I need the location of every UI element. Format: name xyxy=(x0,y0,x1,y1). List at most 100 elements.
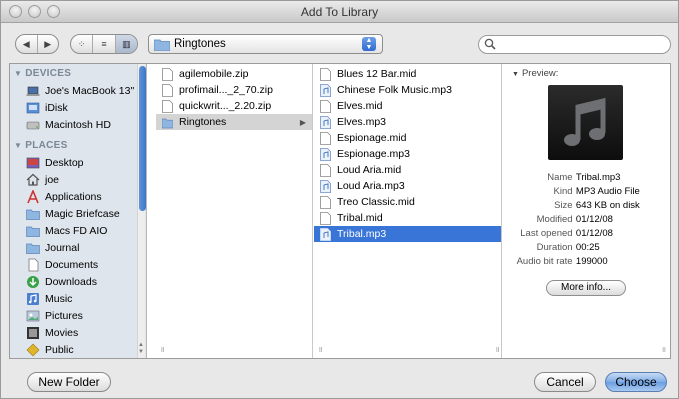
sidebar-item-macbook[interactable]: Joe's MacBook 13" xyxy=(26,82,134,99)
search-field[interactable] xyxy=(478,35,671,54)
idisk-icon xyxy=(26,102,40,113)
disclosure-triangle-icon: ▼ xyxy=(14,141,23,150)
sidebar-item-macs-fd-aio[interactable]: Macs FD AIO xyxy=(26,222,107,239)
document-icon xyxy=(320,99,331,113)
sidebar-item-joe[interactable]: joe xyxy=(26,171,59,188)
column-view-button[interactable]: ▥ xyxy=(115,35,137,53)
window-title: Add To Library xyxy=(300,5,379,19)
audio-file-icon xyxy=(320,147,331,161)
document-icon xyxy=(320,67,331,81)
downloads-icon xyxy=(27,275,39,288)
list-item[interactable]: Elves.mp3 xyxy=(314,114,501,130)
audio-file-icon xyxy=(320,83,331,97)
list-item[interactable]: Espionage.mp3 xyxy=(314,146,501,162)
sidebar: ▼ DEVICES Joe's MacBook 13" iDisk Macinto… xyxy=(10,64,147,358)
devices-header[interactable]: ▼ DEVICES xyxy=(14,68,71,79)
sidebar-scroll-thumb[interactable] xyxy=(139,66,146,211)
preview-label: ▼ Preview: xyxy=(512,68,559,79)
list-item[interactable]: Loud Aria.mid xyxy=(314,162,501,178)
list-item[interactable]: Treo Classic.mid xyxy=(314,194,501,210)
preview-pane: ॥ ▼ Preview: Name Tribal.mp3 Kind MP3 Aud… xyxy=(495,64,670,358)
icon-view-icon: ⁘ xyxy=(77,38,86,49)
list-item-selected[interactable]: Tribal.mp3 xyxy=(314,226,501,242)
search-input[interactable] xyxy=(499,37,664,52)
column-resize-handle[interactable]: ॥ xyxy=(495,344,500,355)
list-item[interactable]: profimail..._2_70.zip xyxy=(156,82,312,98)
back-button[interactable]: ◀ xyxy=(16,35,38,53)
list-item[interactable]: agilemobile.zip xyxy=(156,66,312,82)
laptop-icon xyxy=(26,86,40,96)
cancel-button[interactable]: Cancel xyxy=(534,372,596,392)
choose-button[interactable]: Choose xyxy=(605,372,667,392)
path-popup-label: Ringtones xyxy=(174,38,226,50)
column-resize-handle[interactable]: ॥ xyxy=(160,344,165,355)
list-item-selected[interactable]: Ringtones ▶ xyxy=(156,114,312,130)
sidebar-item-documents[interactable]: Documents xyxy=(26,256,98,273)
audio-file-icon xyxy=(320,115,331,129)
list-item[interactable]: Tribal.mid xyxy=(314,210,501,226)
pictures-icon xyxy=(26,310,40,321)
document-icon xyxy=(162,83,173,97)
sidebar-item-journal[interactable]: Journal xyxy=(26,239,79,256)
music-icon xyxy=(27,292,39,305)
document-icon xyxy=(320,131,331,145)
column-resize-handle[interactable]: ॥ xyxy=(661,344,666,355)
list-item[interactable]: Elves.mid xyxy=(314,98,501,114)
sidebar-item-downloads[interactable]: Downloads xyxy=(26,273,97,290)
column-view-icon: ▥ xyxy=(122,38,131,49)
forward-button[interactable]: ▶ xyxy=(38,35,59,53)
sidebar-item-movies[interactable]: Movies xyxy=(26,324,78,341)
toolbar: ◀ ▶ ⁘ ≡ ▥ Ringtones ▲ ▼ xyxy=(1,24,678,62)
document-icon xyxy=(320,211,331,225)
sidebar-item-public[interactable]: Public xyxy=(26,341,74,358)
document-icon xyxy=(320,195,331,209)
sidebar-item-music[interactable]: Music xyxy=(26,290,72,307)
disclosure-triangle-icon: ▼ xyxy=(14,69,23,78)
browser-column-2: Blues 12 Bar.mid Chinese Folk Music.mp3 … xyxy=(314,64,502,358)
icon-view-button[interactable]: ⁘ xyxy=(71,35,94,53)
list-view-button[interactable]: ≡ xyxy=(93,35,116,53)
sidebar-item-macintosh-hd[interactable]: Macintosh HD xyxy=(26,116,111,133)
info-row-name: Name Tribal.mp3 xyxy=(547,172,621,183)
info-row-last-opened: Last opened 01/12/08 xyxy=(520,228,613,239)
places-header[interactable]: ▼ PLACES xyxy=(14,140,68,151)
sidebar-item-idisk[interactable]: iDisk xyxy=(26,99,68,116)
popup-arrows-icon: ▲ ▼ xyxy=(362,37,376,51)
sidebar-item-pictures[interactable]: Pictures xyxy=(26,307,83,324)
sidebar-scrollbar[interactable]: ▲ ▼ xyxy=(137,64,146,358)
folder-icon xyxy=(162,118,173,128)
list-view-icon: ≡ xyxy=(101,39,107,49)
browser-area: ▼ DEVICES Joe's MacBook 13" iDisk Macinto… xyxy=(9,63,671,359)
info-row-size: Size 643 KB on disk xyxy=(554,200,640,211)
info-row-audio-bit-rate: Audio bit rate 199000 xyxy=(516,256,608,267)
sidebar-item-desktop[interactable]: Desktop xyxy=(26,154,84,171)
list-item[interactable]: Chinese Folk Music.mp3 xyxy=(314,82,501,98)
back-arrow-icon: ◀ xyxy=(22,38,30,49)
column-resize-handle[interactable]: ॥ xyxy=(318,344,323,355)
browser-column-1: agilemobile.zip profimail..._2_70.zip qu… xyxy=(156,64,313,358)
movies-icon xyxy=(27,326,39,339)
document-icon xyxy=(162,99,173,113)
folder-icon xyxy=(26,209,40,220)
list-item[interactable]: quickwrit..._2.20.zip xyxy=(156,98,312,114)
disclosure-triangle-icon: ▼ xyxy=(512,71,519,78)
list-item[interactable]: Espionage.mid xyxy=(314,130,501,146)
sidebar-item-magic-briefcase[interactable]: Magic Briefcase xyxy=(26,205,120,222)
new-folder-button[interactable]: New Folder xyxy=(27,372,111,392)
hard-drive-icon xyxy=(26,121,40,129)
music-note-icon xyxy=(548,85,623,160)
folder-icon xyxy=(26,226,40,237)
document-icon xyxy=(162,67,173,81)
more-info-button[interactable]: More info... xyxy=(546,280,626,296)
path-popup[interactable]: Ringtones ▲ ▼ xyxy=(148,34,383,54)
info-row-duration: Duration 00:25 xyxy=(536,242,600,253)
sidebar-item-applications[interactable]: Applications xyxy=(26,188,102,205)
document-icon xyxy=(320,163,331,177)
list-item[interactable]: Loud Aria.mp3 xyxy=(314,178,501,194)
folder-icon xyxy=(26,243,40,254)
search-icon xyxy=(484,38,496,50)
audio-file-icon xyxy=(320,179,331,193)
scroll-arrows-icon[interactable]: ▲ ▼ xyxy=(138,342,144,356)
list-item[interactable]: Blues 12 Bar.mid xyxy=(314,66,501,82)
desktop-icon xyxy=(26,157,40,168)
